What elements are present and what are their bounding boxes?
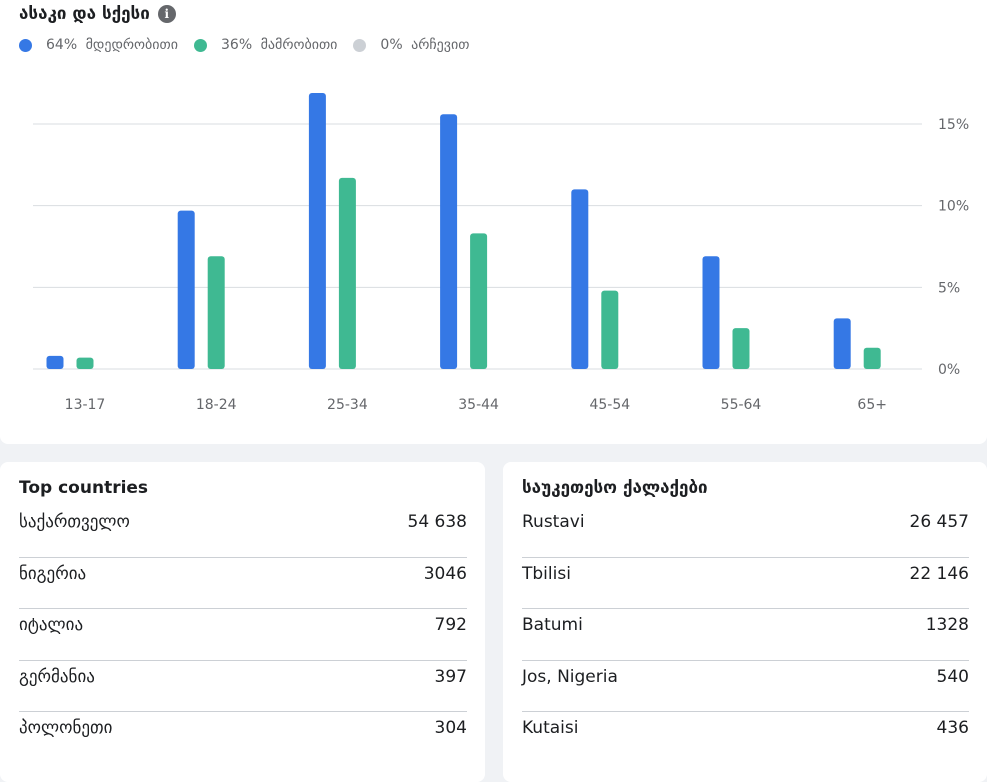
country-name: გერმანია (19, 666, 95, 687)
legend-item-unspecified: 0% არჩევით (353, 37, 469, 53)
bar-female-45-54[interactable] (571, 189, 589, 369)
city-value: 26 457 (909, 512, 969, 532)
legend-value-unspecified: 0% (380, 37, 403, 53)
bar-female-35-44[interactable] (440, 114, 458, 369)
y-tick-label: 5% (938, 280, 960, 296)
chart-title: ასაკი და სქესი (19, 4, 150, 24)
city-row: Jos, Nigeria 540 (522, 661, 969, 712)
y-tick-label: 0% (938, 362, 960, 378)
legend-label-male: მამრობითი (260, 37, 338, 53)
age-gender-card: ასაკი და სქესი i 64% მდედრობითი 36% მამრ… (0, 0, 987, 444)
legend-label-unspecified: არჩევით (411, 37, 470, 53)
bar-male-65+[interactable] (863, 347, 881, 369)
bar-male-18-24[interactable] (207, 256, 225, 369)
y-tick-label: 15% (938, 117, 969, 133)
top-countries-card: Top countries საქართველო 54 638 ნიგერია 304… (0, 462, 485, 782)
country-row: პოლონეთი 304 (19, 712, 467, 764)
cities-title: საუკეთესო ქალაქები (522, 478, 708, 498)
city-name: Jos, Nigeria (522, 666, 618, 687)
country-value: 304 (434, 718, 467, 738)
legend-item-male: 36% მამრობითი (194, 37, 337, 53)
chart-title-row: ასაკი და სქესი i (19, 4, 176, 24)
legend-value-female: 64% (46, 37, 78, 53)
city-value: 1328 (925, 615, 969, 635)
city-name: Rustavi (522, 512, 585, 532)
x-tick-label: 65+ (857, 397, 887, 413)
city-value: 22 146 (909, 563, 969, 584)
country-row: იტალია 792 (19, 609, 467, 661)
country-name: ნიგერია (19, 563, 87, 584)
country-row: საქართველო 54 638 (19, 506, 467, 558)
country-row: ნიგერია 3046 (19, 558, 467, 609)
country-name: პოლონეთი (19, 718, 113, 738)
countries-title: Top countries (19, 478, 149, 498)
bar-male-55-64[interactable] (732, 328, 750, 369)
bar-female-18-24[interactable] (177, 210, 195, 369)
city-value: 540 (936, 666, 969, 687)
bar-female-65+[interactable] (833, 318, 851, 369)
countries-list: საქართველო 54 638 ნიგერია 3046 იტალია 792 გერმ… (19, 506, 467, 764)
bar-female-55-64[interactable] (702, 256, 720, 369)
age-gender-bar-chart: 0% 5% 10% 15% 13-17 18-24 25-34 35-44 45-54 55-64… (33, 92, 969, 413)
bar-male-45-54[interactable] (601, 290, 619, 369)
legend-item-female: 64% მდედრობითი (19, 37, 178, 53)
x-tick-label: 55-64 (721, 397, 762, 413)
bar-male-13-17[interactable] (76, 357, 94, 369)
city-value: 436 (936, 718, 969, 738)
legend-value-male: 36% (221, 37, 253, 53)
bar-male-25-34[interactable] (338, 177, 356, 369)
chart-legend: 64% მდედრობითი 36% მამრობითი 0% არჩევით (19, 37, 469, 53)
country-row: გერმანია 397 (19, 661, 467, 712)
country-value: 792 (434, 615, 467, 635)
x-tick-label: 18-24 (196, 397, 237, 413)
country-value: 397 (434, 666, 467, 687)
legend-dot-unspecified (353, 38, 367, 52)
x-tick-label: 25-34 (327, 397, 368, 413)
legend-dot-male (194, 38, 207, 52)
x-tick-label: 35-44 (458, 397, 499, 413)
cities-list: Rustavi 26 457 Tbilisi 22 146 Batumi 1328 Jos,… (522, 506, 969, 764)
country-name: იტალია (19, 615, 84, 635)
city-name: Tbilisi (522, 563, 571, 584)
legend-label-female: მდედრობითი (85, 37, 178, 53)
city-row: Kutaisi 436 (522, 712, 969, 764)
country-name: საქართველო (19, 512, 130, 532)
city-name: Batumi (522, 615, 583, 635)
city-row: Rustavi 26 457 (522, 506, 969, 558)
info-icon[interactable]: i (157, 5, 176, 23)
bar-female-25-34[interactable] (308, 92, 326, 369)
country-value: 3046 (423, 563, 467, 584)
bar-male-35-44[interactable] (470, 233, 488, 369)
x-tick-label: 45-54 (589, 397, 630, 413)
legend-dot-female (19, 38, 32, 52)
bar-female-13-17[interactable] (46, 355, 64, 369)
y-tick-label: 10% (938, 199, 969, 215)
city-name: Kutaisi (522, 718, 579, 738)
x-tick-label: 13-17 (65, 397, 106, 413)
top-cities-card: საუკეთესო ქალაქები Rustavi 26 457 Tbilisi 2… (503, 462, 987, 782)
city-row: Tbilisi 22 146 (522, 558, 969, 609)
country-value: 54 638 (407, 512, 467, 532)
city-row: Batumi 1328 (522, 609, 969, 661)
